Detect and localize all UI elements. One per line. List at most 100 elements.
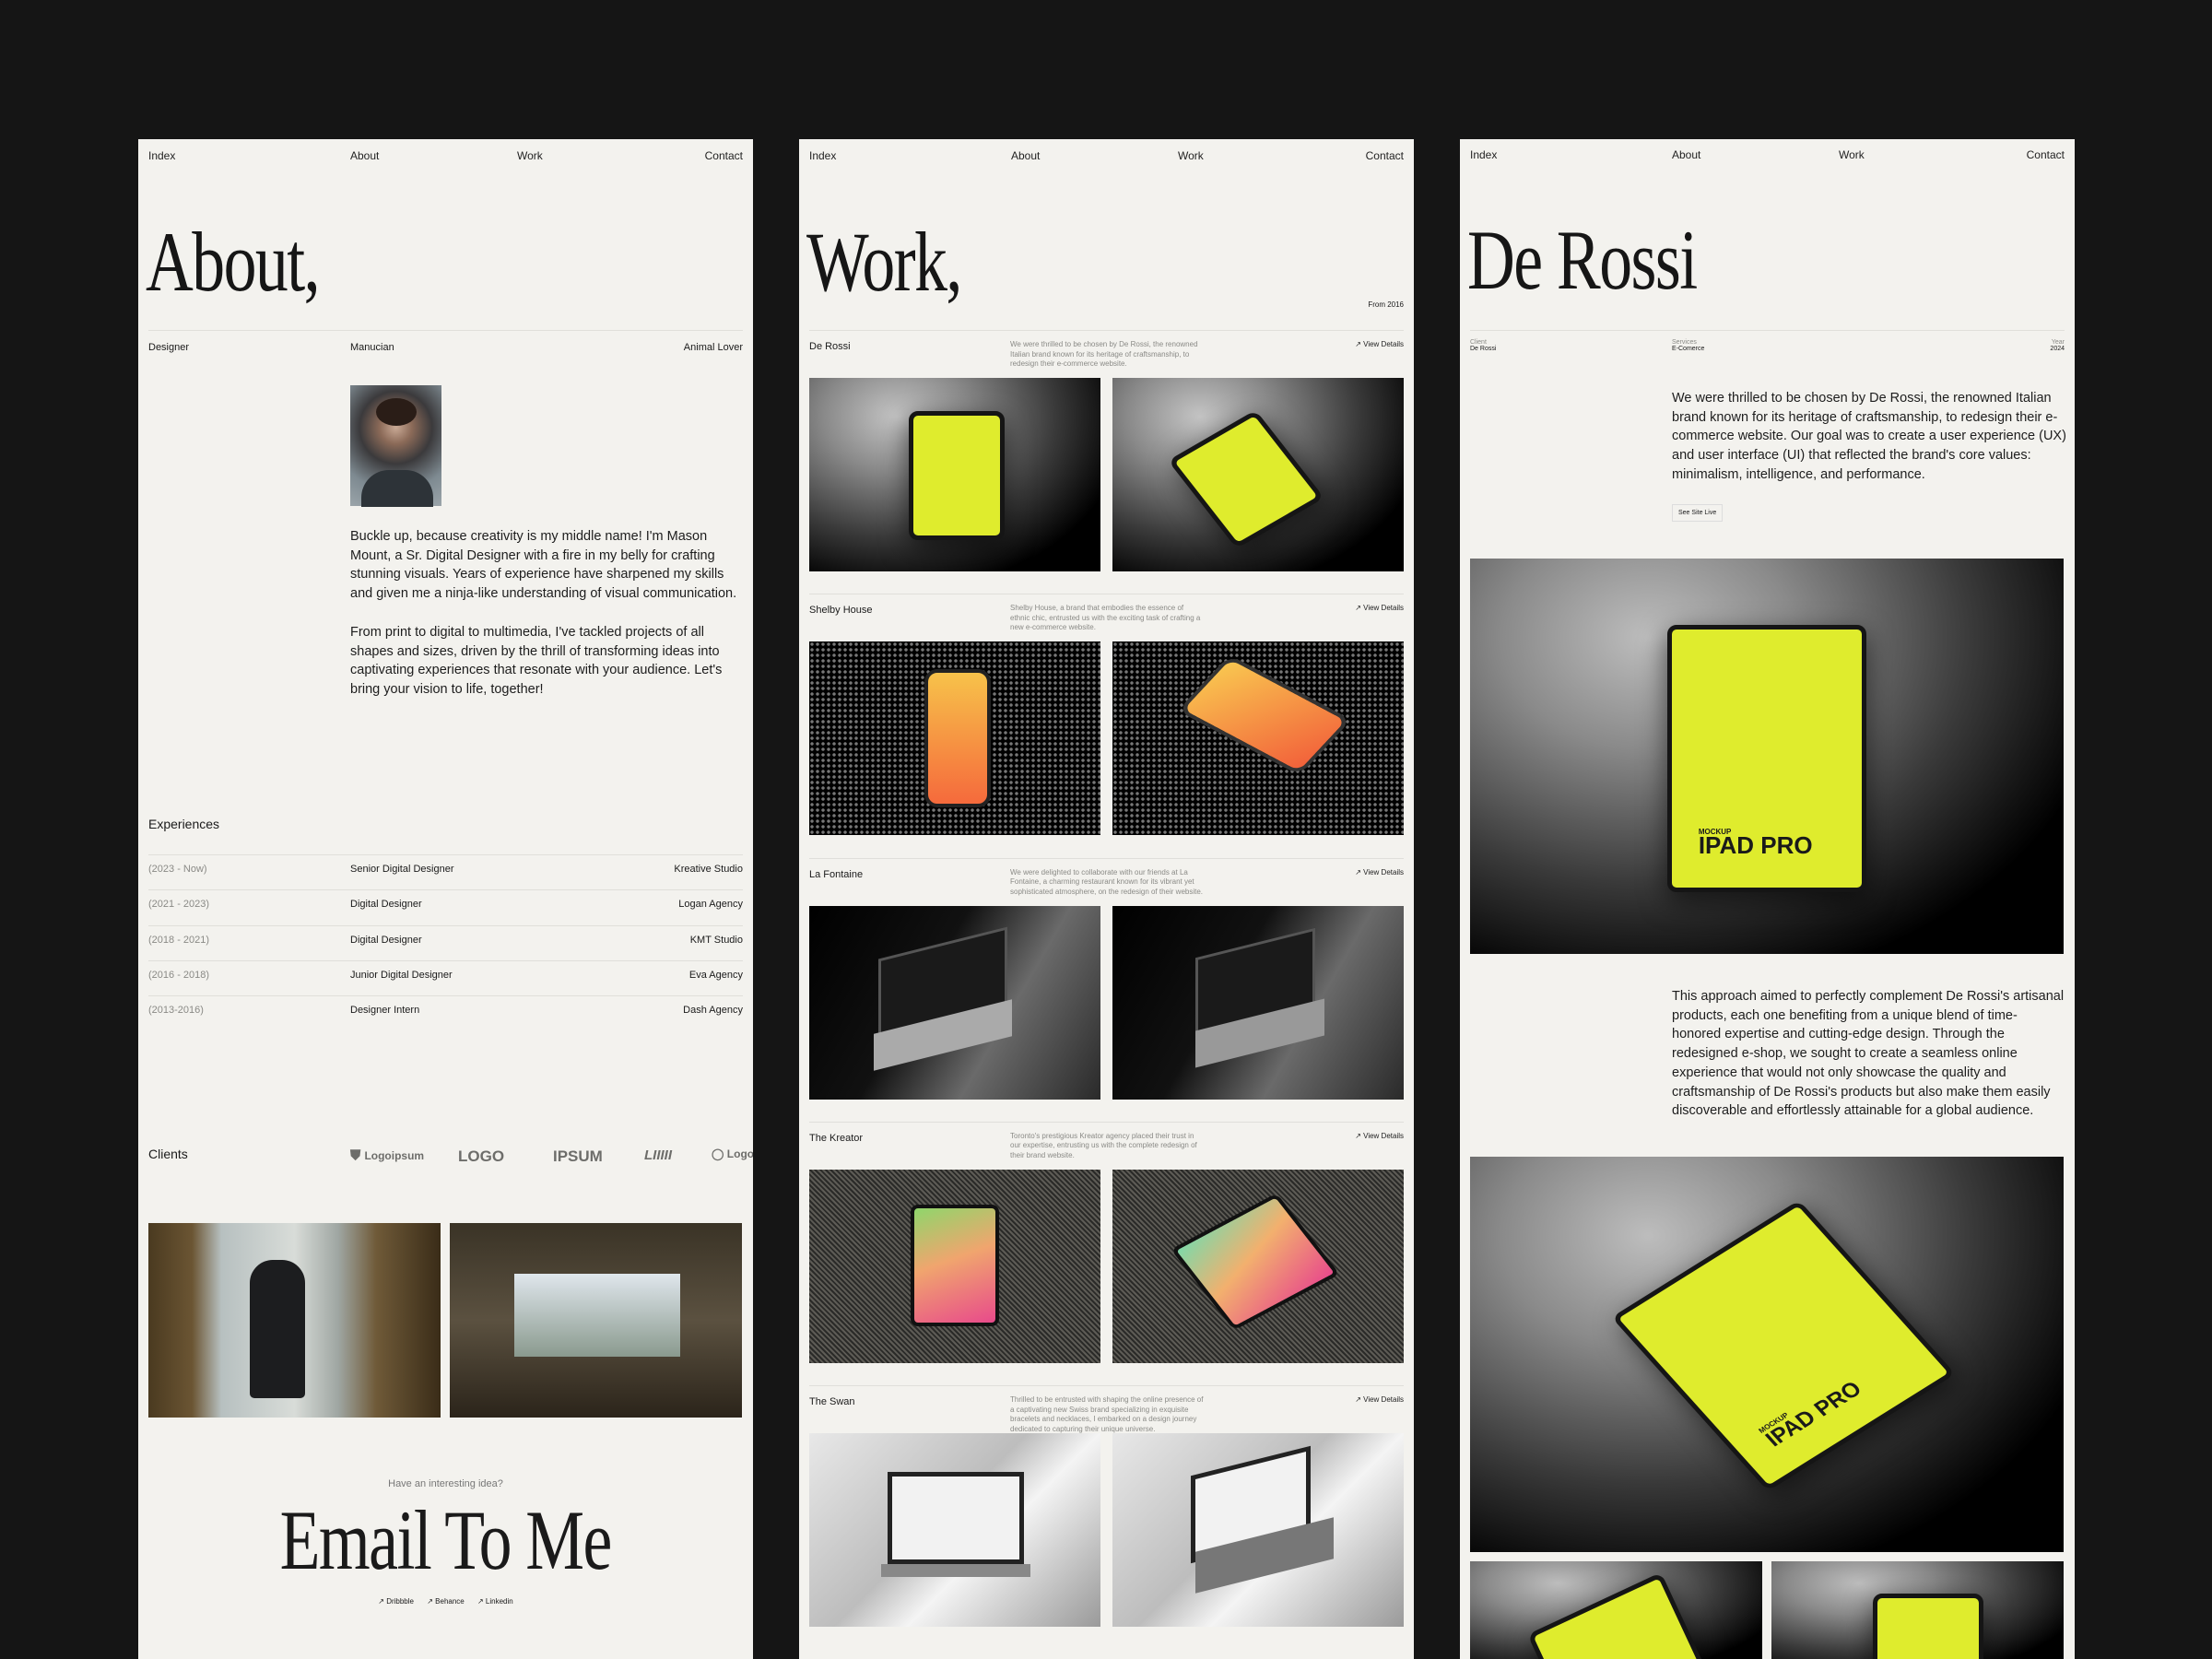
- experience-role: Senior Digital Designer: [350, 864, 454, 875]
- device-mockup: [888, 1472, 1024, 1565]
- project-description: Thrilled to be entrusted with shaping th…: [1010, 1395, 1204, 1433]
- experience-role: Designer Intern: [350, 1005, 420, 1017]
- experience-period: (2023 - Now): [148, 864, 207, 875]
- hair-shape: [376, 398, 417, 426]
- behance-link[interactable]: ↗ Behance: [427, 1597, 465, 1606]
- ring-icon: ◯: [712, 1147, 724, 1160]
- experience-row: (2018 - 2021) Digital Designer KMT Studio: [138, 935, 753, 947]
- divider: [1470, 330, 2065, 331]
- experience-period: (2016 - 2018): [148, 969, 210, 981]
- view-details-link[interactable]: ↗ View Details: [1355, 868, 1404, 877]
- nav-work[interactable]: Work: [517, 149, 543, 162]
- nav-work[interactable]: Work: [1839, 148, 1865, 161]
- client-logo-text: Logo: [726, 1147, 753, 1160]
- experience-period: (2013-2016): [148, 1005, 204, 1017]
- experience-period: (2018 - 2021): [148, 934, 210, 946]
- nav-about[interactable]: About: [1672, 148, 1700, 161]
- nav-about[interactable]: About: [350, 149, 379, 162]
- divider: [809, 1121, 1404, 1123]
- divider: [809, 857, 1404, 859]
- arrow-up-right-icon: ↗: [1355, 867, 1364, 877]
- arrow-up-right-icon: ↗: [1355, 1131, 1364, 1140]
- view-details-link[interactable]: ↗ View Details: [1355, 1132, 1404, 1140]
- bio-paragraph-1: Buckle up, because creativity is my midd…: [350, 529, 737, 602]
- view-details-link[interactable]: ↗ View Details: [1355, 340, 1404, 348]
- project-name[interactable]: The Swan: [809, 1396, 855, 1407]
- experience-role: Digital Designer: [350, 934, 422, 946]
- view-details-link[interactable]: ↗ View Details: [1355, 604, 1404, 612]
- work-page: Index About Work Contact Work, From 2016…: [799, 0, 1414, 1659]
- email-link[interactable]: Email To Me: [280, 1498, 613, 1583]
- device-mockup: [924, 669, 991, 808]
- experience-company: KMT Studio: [689, 934, 743, 946]
- project-image[interactable]: [809, 905, 1100, 1100]
- experience-company: Dash Agency: [683, 1005, 743, 1017]
- mockup-title: IPAD PRO: [1760, 1376, 1867, 1452]
- project-description: Shelby House, a brand that embodies the …: [1010, 604, 1201, 632]
- experience-row: (2013-2016) Designer Intern Dash Agency: [138, 1005, 753, 1018]
- project-image[interactable]: [809, 1169, 1100, 1363]
- nav-contact[interactable]: Contact: [1366, 149, 1404, 162]
- project-image[interactable]: [1112, 905, 1404, 1100]
- project-description: Toronto's prestigious Kreator agency pla…: [1010, 1131, 1197, 1159]
- hero-mockup-image: MOCKUP IPAD PRO: [1470, 559, 2064, 954]
- experience-role: Junior Digital Designer: [350, 969, 453, 981]
- meta-label: Year: [2051, 339, 2065, 346]
- project-detail-page: Index About Work Contact De Rossi Client…: [1460, 0, 2075, 1659]
- project-image[interactable]: [809, 641, 1100, 836]
- nav-work[interactable]: Work: [1178, 149, 1204, 162]
- project-image[interactable]: [1112, 1169, 1404, 1363]
- device-mockup: [1171, 1193, 1340, 1331]
- divider: [809, 330, 1404, 331]
- project-image[interactable]: [1112, 1433, 1404, 1628]
- project-name[interactable]: Shelby House: [809, 605, 873, 616]
- link-label: Behance: [435, 1597, 465, 1606]
- device-mockup: [1177, 654, 1352, 776]
- experience-role: Digital Designer: [350, 899, 422, 911]
- nav-index[interactable]: Index: [809, 149, 836, 162]
- nav-contact[interactable]: Contact: [2027, 148, 2065, 161]
- tablet-mockup: MOCKUP IPAD PRO: [1611, 1200, 1956, 1491]
- page-title: De Rossi: [1467, 213, 1698, 307]
- view-details-link[interactable]: ↗ View Details: [1355, 1395, 1404, 1404]
- nav-index[interactable]: Index: [1470, 148, 1497, 161]
- person-shape: [250, 1260, 305, 1398]
- experience-row: (2021 - 2023) Digital Designer Logan Agenc…: [138, 899, 753, 912]
- project-description: We were thrilled to be chosen by De Ross…: [1010, 340, 1198, 368]
- nav-about[interactable]: About: [1011, 149, 1040, 162]
- project-image[interactable]: [809, 1433, 1100, 1628]
- project-image[interactable]: [1112, 378, 1404, 571]
- linkedin-link[interactable]: ↗ Linkedin: [477, 1597, 513, 1606]
- link-label: View Details: [1363, 340, 1404, 348]
- body-paragraph: This approach aimed to perfectly complem…: [1672, 989, 2065, 1119]
- portrait-photo: [350, 385, 441, 507]
- project-image[interactable]: [1112, 641, 1404, 836]
- tablet-mockup: MOCKUP IPAD PRO: [1667, 625, 1866, 892]
- client-logo-1: ⛊ Logoipsum: [350, 1147, 424, 1163]
- link-label: View Details: [1363, 867, 1404, 877]
- experience-company: Kreative Studio: [674, 864, 743, 875]
- client-logo-5: ◯ Logo: [712, 1147, 753, 1160]
- nav-contact[interactable]: Contact: [705, 149, 743, 162]
- device-mockup: [1168, 409, 1324, 549]
- meta-label: Client: [1470, 339, 1487, 346]
- experience-period: (2021 - 2023): [148, 899, 210, 911]
- device-mockup: [881, 1564, 1030, 1578]
- project-name[interactable]: De Rossi: [809, 341, 851, 352]
- meta-client: Client De Rossi: [1470, 339, 1496, 352]
- tag-trait: Animal Lover: [683, 342, 743, 353]
- thumb-mockup-1: [1470, 1561, 1762, 1659]
- device-mockup: [909, 411, 1005, 540]
- bio-paragraph-2: From print to digital to multimedia, I'v…: [350, 625, 723, 698]
- see-site-live-button[interactable]: See Site Live: [1672, 504, 1724, 522]
- angled-mockup-image: MOCKUP IPAD PRO: [1470, 1157, 2064, 1552]
- project-image[interactable]: [809, 378, 1100, 571]
- tag-hobby: Manucian: [350, 342, 394, 353]
- project-name[interactable]: The Kreator: [809, 1133, 863, 1144]
- nav-index[interactable]: Index: [148, 149, 175, 162]
- link-label: Dribbble: [386, 1597, 414, 1606]
- social-links: ↗ Dribbble ↗ Behance ↗ Linkedin: [138, 1597, 753, 1606]
- dribbble-link[interactable]: ↗ Dribbble: [378, 1597, 414, 1606]
- divider: [148, 889, 743, 891]
- project-name[interactable]: La Fontaine: [809, 869, 863, 880]
